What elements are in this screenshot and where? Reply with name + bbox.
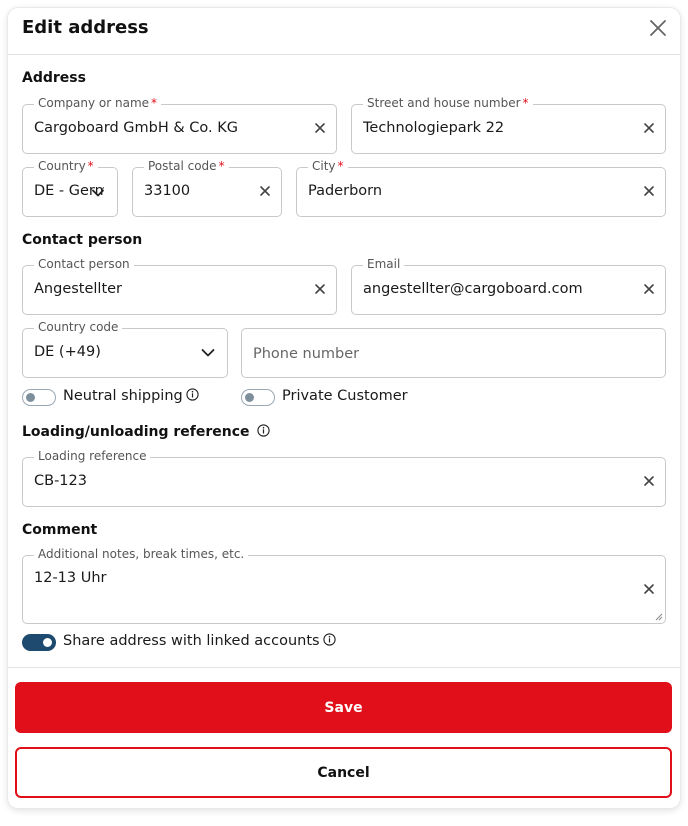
company-value[interactable]: Cargoboard GmbH & Co. KG [34,120,238,136]
loading-reference-value[interactable]: CB-123 [34,473,87,489]
country-select[interactable]: Country* DE - Germany [22,159,118,217]
contact-person-label: Contact person [34,257,134,271]
section-title-contact: Contact person [22,232,143,248]
city-field[interactable]: City * Paderborn [296,159,666,217]
country-code-value[interactable]: DE (+49) [34,344,101,360]
comment-label: Additional notes, break times, etc. [34,547,249,561]
clear-icon[interactable] [314,122,326,134]
info-icon[interactable] [322,633,336,646]
dialog-header: Edit address [8,8,680,55]
section-title-address: Address [22,70,86,86]
clear-icon[interactable] [643,185,655,197]
phone-number-placeholder[interactable]: Phone number [253,346,359,362]
save-button[interactable]: Save [15,682,672,733]
company-field[interactable]: Company or name * Cargoboard GmbH & Co. K… [22,96,337,154]
info-icon[interactable] [186,388,199,401]
email-value[interactable]: angestellter@cargoboard.com [363,281,583,297]
phone-number-field[interactable]: Phone number [241,328,666,378]
clear-icon[interactable] [643,583,655,595]
share-address-toggle[interactable] [22,634,56,651]
chevron-down-icon[interactable] [90,185,106,201]
cancel-button[interactable]: Cancel [15,747,672,798]
street-field[interactable]: Street and house number * Technologiepark… [351,96,666,154]
comment-textarea[interactable]: Additional notes, break times, etc. 12-1… [22,547,666,624]
city-label: City * [308,159,348,173]
close-icon[interactable] [648,18,668,38]
section-title-loading: Loading/unloading reference [22,424,270,440]
info-icon[interactable] [256,424,270,437]
clear-icon[interactable] [259,185,271,197]
postal-code-value[interactable]: 33100 [144,183,190,199]
street-label: Street and house number * [363,96,533,110]
country-label: Country * [34,159,98,173]
country-code-select[interactable]: Country code DE (+49) [22,320,228,378]
email-field[interactable]: Email angestellter@cargoboard.com [351,257,666,315]
loading-reference-field[interactable]: Loading reference CB-123 [22,449,666,507]
country-code-label: Country code [34,320,123,334]
company-label: Company or name * [34,96,162,110]
private-customer-label: Private Customer [282,388,408,404]
clear-icon[interactable] [643,122,655,134]
clear-icon[interactable] [314,283,326,295]
contact-person-field[interactable]: Contact person Angestellter [22,257,337,315]
postal-code-label: Postal code * [144,159,229,173]
edit-address-dialog: Edit address Address Company or name * Ca… [8,8,680,808]
comment-value[interactable]: 12-13 Uhr [34,570,107,586]
clear-icon[interactable] [643,475,655,487]
chevron-down-icon[interactable] [200,345,216,361]
share-address-label: Share address with linked accounts [63,633,336,649]
street-value[interactable]: Technologiepark 22 [363,120,504,136]
contact-person-value[interactable]: Angestellter [34,281,122,297]
neutral-shipping-label: Neutral shipping [63,388,199,404]
email-label: Email [363,257,405,271]
footer-divider [8,667,680,668]
neutral-shipping-toggle[interactable] [22,389,56,406]
section-title-comment: Comment [22,522,98,538]
loading-reference-label: Loading reference [34,449,151,463]
private-customer-toggle[interactable] [241,389,275,406]
city-value[interactable]: Paderborn [308,183,382,199]
clear-icon[interactable] [643,283,655,295]
postal-code-field[interactable]: Postal code * 33100 [132,159,282,217]
resize-handle-icon[interactable] [655,613,663,621]
dialog-title: Edit address [22,17,149,38]
